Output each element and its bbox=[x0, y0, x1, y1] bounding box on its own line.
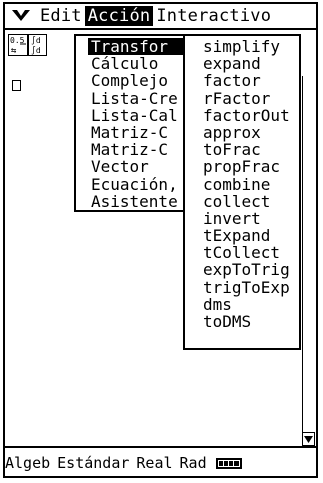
menu-item-ecuacion[interactable]: Ecuación, bbox=[76, 176, 195, 193]
menu-item-matriz-calculo[interactable]: Matriz-C bbox=[76, 141, 195, 158]
menubar: Edit Acción Interactivo bbox=[5, 4, 316, 28]
status-mode-real[interactable]: Real bbox=[136, 454, 172, 472]
scrollbar[interactable] bbox=[302, 76, 315, 446]
submenu-item-propfrac[interactable]: propFrac bbox=[185, 158, 299, 175]
svg-text:∫d: ∫d bbox=[31, 46, 41, 55]
submenu-item-exptotrig[interactable]: expToTrig bbox=[185, 261, 299, 278]
entry-cursor bbox=[12, 80, 21, 91]
accion-dropdown-menu: Transfor Cálculo Complejo Lista-Cre List… bbox=[74, 34, 197, 212]
submenu-item-rfactor[interactable]: rFactor bbox=[185, 89, 299, 106]
submenu-item-todms[interactable]: toDMS bbox=[185, 313, 299, 330]
status-mode-rad[interactable]: Rad bbox=[180, 454, 207, 472]
submenu-item-factor[interactable]: factor bbox=[185, 72, 299, 89]
calculator-screen: Edit Acción Interactivo 0.5 ⇆ ∫d ∫d Alge… bbox=[0, 0, 323, 483]
menu-item-transform[interactable]: Transfor bbox=[88, 38, 192, 56]
menu-edit[interactable]: Edit bbox=[37, 6, 85, 26]
menu-item-matriz-crear[interactable]: Matriz-C bbox=[76, 124, 195, 141]
menu-item-asistente[interactable]: Asistente bbox=[76, 193, 195, 210]
submenu-item-tofrac[interactable]: toFrac bbox=[185, 141, 299, 158]
menu-item-lista-crear[interactable]: Lista-Cre bbox=[76, 90, 195, 107]
scroll-down-arrow-icon[interactable] bbox=[302, 432, 315, 446]
submenu-item-texpand[interactable]: tExpand bbox=[185, 227, 299, 244]
submenu-item-tcollect[interactable]: tCollect bbox=[185, 244, 299, 261]
submenu-item-combine[interactable]: combine bbox=[185, 175, 299, 192]
menu-item-complejo[interactable]: Complejo bbox=[76, 72, 195, 89]
battery-icon bbox=[215, 457, 242, 469]
status-bar: Algeb Estándar Real Rad bbox=[5, 453, 316, 473]
menu-accion[interactable]: Acción bbox=[84, 6, 154, 26]
submenu-item-expand[interactable]: expand bbox=[185, 55, 299, 72]
svg-text:⇆: ⇆ bbox=[11, 46, 17, 56]
submenu-item-collect[interactable]: collect bbox=[185, 192, 299, 209]
submenu-item-approx[interactable]: approx bbox=[185, 124, 299, 141]
submenu-item-factorout[interactable]: factorOut bbox=[185, 107, 299, 124]
submenu-item-dms[interactable]: dms bbox=[185, 296, 299, 313]
transform-submenu: simplify expand factor rFactor factorOut… bbox=[183, 34, 301, 350]
fraction-toggle-icon[interactable]: 0.5 ⇆ ∫d ∫d bbox=[8, 34, 48, 56]
status-mode-algeb[interactable]: Algeb bbox=[5, 454, 50, 472]
menubar-divider bbox=[5, 28, 316, 30]
submenu-item-invert[interactable]: invert bbox=[185, 210, 299, 227]
menu-chevron-down-icon[interactable] bbox=[5, 9, 37, 23]
menu-item-calculo[interactable]: Cálculo bbox=[76, 55, 195, 72]
menu-interactivo[interactable]: Interactivo bbox=[153, 6, 274, 26]
submenu-item-simplify[interactable]: simplify bbox=[185, 38, 299, 55]
status-divider bbox=[5, 446, 316, 448]
menu-item-lista-calculo[interactable]: Lista-Cal bbox=[76, 107, 195, 124]
submenu-item-trigtoexp[interactable]: trigToExp bbox=[185, 278, 299, 295]
status-mode-estandar[interactable]: Estándar bbox=[57, 454, 129, 472]
svg-text:∫d: ∫d bbox=[31, 36, 41, 45]
menu-item-vector[interactable]: Vector bbox=[76, 158, 195, 175]
